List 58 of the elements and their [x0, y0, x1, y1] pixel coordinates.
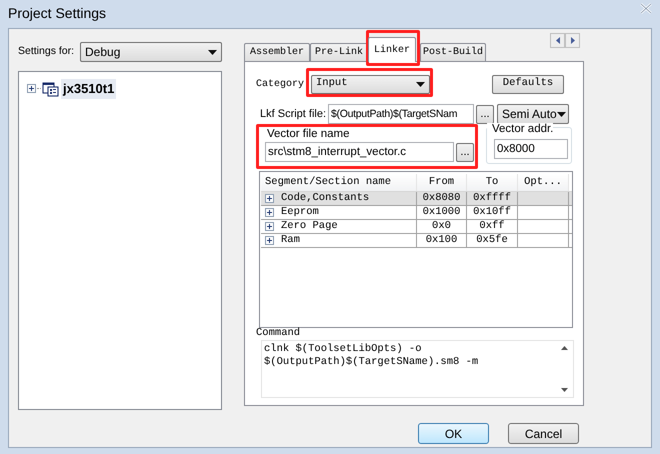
- vector-addr-label: Vector addr.: [487, 123, 554, 135]
- lkf-script-label: Lkf Script file:: [260, 106, 328, 122]
- vector-file-label: Vector file name: [266, 127, 350, 141]
- expand-icon[interactable]: [265, 236, 274, 245]
- expand-icon[interactable]: [27, 84, 36, 94]
- table-cell: 0x1000: [417, 206, 467, 219]
- project-icon: [42, 80, 59, 97]
- mode-dropdown[interactable]: Semi Auto: [497, 104, 569, 124]
- dropdown-arrow-icon[interactable]: [556, 112, 566, 116]
- settings-for-dropdown[interactable]: Debug: [80, 42, 222, 62]
- tab-scroll-left-icon[interactable]: [550, 33, 565, 48]
- command-label: Command: [256, 327, 300, 339]
- table-cell: 0xffff: [467, 192, 518, 205]
- table-cell: Ram: [281, 234, 300, 247]
- browse-button[interactable]: ...: [456, 142, 474, 162]
- table-cell: 0x5fe: [467, 234, 518, 247]
- settings-for-label: Settings for:: [18, 44, 76, 60]
- tab[interactable]: Post-Build: [420, 43, 486, 61]
- dropdown-arrow-icon[interactable]: [208, 50, 217, 54]
- browse-button[interactable]: ...: [476, 104, 494, 124]
- table-cell: Eeprom: [281, 206, 319, 219]
- ok-button[interactable]: OK: [418, 423, 489, 444]
- tab-scroll-right-icon[interactable]: [565, 33, 580, 48]
- segment-table[interactable]: Segment/Section name From To Opt... Code,Constants 0x8080 0xffff Eeprom 0x1000 0x10ff Zero Page 0x0 0xff Ram 0x100 0x5fe: [259, 171, 573, 328]
- expand-icon[interactable]: [265, 194, 274, 203]
- tab[interactable]: Assembler: [244, 43, 310, 61]
- category-dropdown[interactable]: Input: [311, 74, 430, 94]
- category-label: Category: [256, 78, 306, 92]
- tree-item[interactable]: jx3510t1: [61, 79, 116, 98]
- table-cell: Code,Constants: [281, 192, 370, 205]
- table-row[interactable]: Ram 0x100 0x5fe: [261, 234, 572, 248]
- column-header[interactable]: From: [417, 174, 467, 191]
- tab[interactable]: Linker: [368, 37, 416, 62]
- cancel-button[interactable]: Cancel: [508, 423, 579, 444]
- dropdown-arrow-icon[interactable]: [416, 82, 425, 86]
- table-cell: 0x8080: [417, 192, 467, 205]
- table-row[interactable]: Eeprom 0x1000 0x10ff: [261, 206, 572, 220]
- table-cell: 0x0: [417, 220, 467, 233]
- lkf-script-field[interactable]: $(OutputPath)$(TargetSNam: [328, 104, 474, 124]
- vector-addr-field[interactable]: 0x8000: [494, 139, 568, 159]
- expand-icon[interactable]: [265, 208, 274, 217]
- window-title: Project Settings: [7, 4, 106, 23]
- tab[interactable]: Pre-Link: [310, 43, 368, 61]
- table-cell: 0x100: [417, 234, 467, 247]
- table-cell: 0xff: [467, 220, 518, 233]
- column-header[interactable]: Opt...: [518, 174, 569, 191]
- table-cell: 0x10ff: [467, 206, 518, 219]
- table-row[interactable]: Zero Page 0x0 0xff: [261, 220, 572, 234]
- vector-file-field[interactable]: src\stm8_interrupt_vector.c: [265, 142, 454, 162]
- table-row[interactable]: Code,Constants 0x8080 0xffff: [261, 192, 572, 206]
- expand-icon[interactable]: [265, 222, 274, 231]
- close-icon[interactable]: [640, 3, 652, 14]
- column-header[interactable]: Segment/Section name: [261, 174, 417, 191]
- defaults-button[interactable]: Defaults: [492, 74, 564, 94]
- table-cell: Zero Page: [281, 220, 338, 233]
- column-header[interactable]: To: [467, 174, 518, 191]
- tree-view[interactable]: jx3510t1: [18, 71, 222, 410]
- annotation-frame: [366, 30, 420, 66]
